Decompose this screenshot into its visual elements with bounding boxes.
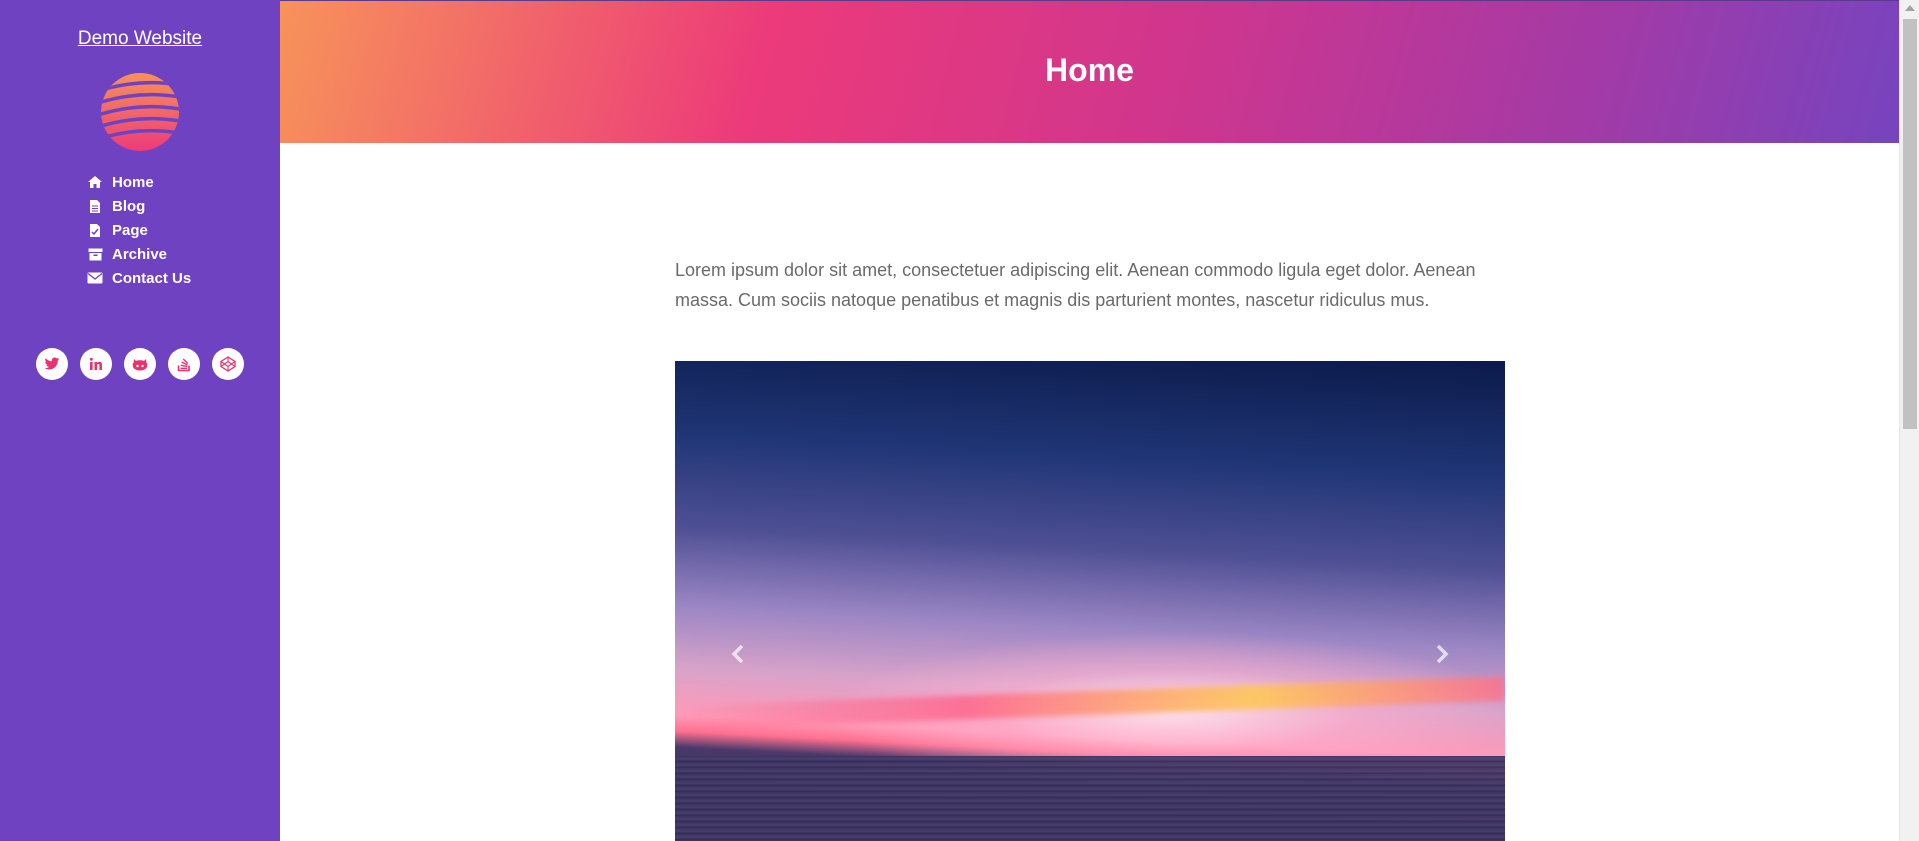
scroll-up-arrow-icon[interactable] bbox=[1905, 5, 1915, 11]
carousel-prev-button[interactable] bbox=[723, 639, 753, 669]
social-links bbox=[0, 348, 280, 380]
site-title-link[interactable]: Demo Website bbox=[78, 28, 202, 50]
intro-section: Lorem ipsum dolor sit amet, consectetuer… bbox=[675, 255, 1505, 315]
carousel-next-button[interactable] bbox=[1427, 639, 1457, 669]
nav-item-home[interactable]: Home bbox=[86, 170, 280, 194]
globe-icon bbox=[101, 73, 179, 151]
chevron-left-icon bbox=[731, 644, 744, 664]
page-header: Home bbox=[280, 0, 1899, 143]
image-carousel bbox=[675, 361, 1505, 841]
main-nav: Home Blog Page Archive Contact Us bbox=[0, 170, 280, 290]
stackoverflow-icon bbox=[177, 358, 190, 372]
nav-label: Home bbox=[112, 173, 154, 191]
page-title: Home bbox=[1045, 52, 1134, 88]
codepen-icon bbox=[220, 356, 236, 372]
home-icon bbox=[86, 174, 104, 190]
linkedin-icon bbox=[89, 357, 102, 370]
page-scrollbar[interactable] bbox=[1899, 0, 1919, 841]
twitter-link[interactable] bbox=[36, 348, 68, 380]
linkedin-link[interactable] bbox=[80, 348, 112, 380]
stackoverflow-link[interactable] bbox=[168, 348, 200, 380]
intro-paragraph: Lorem ipsum dolor sit amet, consectetuer… bbox=[675, 260, 1476, 310]
nav-label: Contact Us bbox=[112, 269, 192, 287]
codepen-link[interactable] bbox=[212, 348, 244, 380]
nav-item-page[interactable]: Page bbox=[86, 218, 280, 242]
scrollbar-thumb[interactable] bbox=[1903, 19, 1917, 429]
nav-item-blog[interactable]: Blog bbox=[86, 194, 280, 218]
sidebar: Demo Website Home Blog Page Archive Cont… bbox=[0, 0, 280, 841]
nav-item-contact[interactable]: Contact Us bbox=[86, 266, 280, 290]
page-icon bbox=[86, 222, 104, 238]
chevron-right-icon bbox=[1436, 644, 1449, 664]
document-icon bbox=[86, 198, 104, 214]
envelope-icon bbox=[86, 270, 104, 286]
archive-icon bbox=[86, 246, 104, 262]
sea-surface bbox=[675, 756, 1505, 841]
nav-label: Blog bbox=[112, 197, 146, 215]
nav-label: Page bbox=[112, 221, 148, 239]
nav-label: Archive bbox=[112, 245, 168, 263]
nav-item-archive[interactable]: Archive bbox=[86, 242, 280, 266]
twitter-icon bbox=[44, 357, 60, 370]
github-link[interactable] bbox=[124, 348, 156, 380]
github-icon bbox=[132, 359, 148, 371]
sunset-glow bbox=[675, 676, 1505, 730]
